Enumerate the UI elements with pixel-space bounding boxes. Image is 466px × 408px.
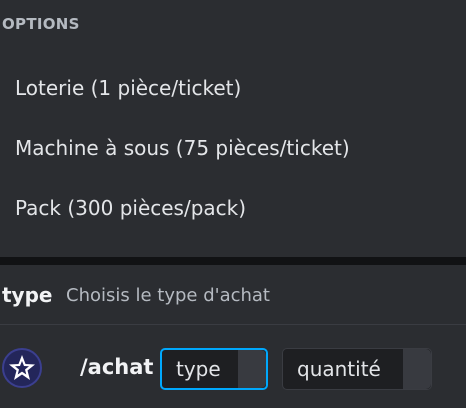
option-chip-label: quantité (297, 357, 381, 381)
option-item-machine-a-sous[interactable]: Machine à sous (75 pièces/ticket) (0, 120, 466, 176)
option-chip-quantite[interactable]: quantité (282, 348, 432, 390)
popup-divider (0, 257, 466, 265)
parameter-description: Choisis le type d'achat (66, 285, 270, 306)
option-chip-value-slot[interactable] (403, 349, 431, 389)
command-input-row: /achat type quantité (0, 325, 466, 408)
option-chip-value-slot[interactable] (238, 350, 266, 388)
option-item-loterie[interactable]: Loterie (1 pièce/ticket) (0, 60, 466, 116)
command-name: /achat (80, 355, 154, 379)
option-chip-label: type (176, 357, 221, 381)
star-logo-icon (9, 355, 35, 380)
parameter-hint: type Choisis le type d'achat (0, 265, 466, 325)
autocomplete-popup: OPTIONS Loterie (1 pièce/ticket) Machine… (0, 0, 466, 257)
options-header: OPTIONS (2, 15, 80, 33)
parameter-name: type (2, 283, 53, 307)
option-chip-type[interactable]: type (160, 348, 268, 390)
star-logo-icon (2, 348, 42, 388)
option-item-pack[interactable]: Pack (300 pièces/pack) (0, 180, 466, 236)
